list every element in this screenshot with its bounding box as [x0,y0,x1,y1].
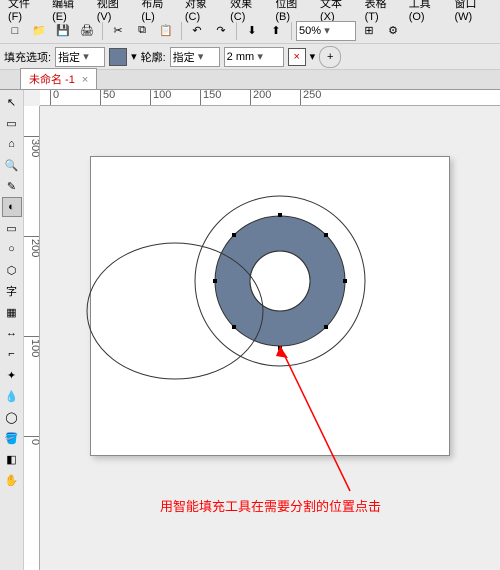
no-outline-swatch[interactable]: × [288,48,306,66]
interactive-fill-tool-icon[interactable]: ◧ [2,449,22,469]
chevron-down-icon[interactable]: ▾ [131,50,137,63]
chevron-down-icon: ▾ [80,50,92,63]
options-icon[interactable]: ⚙ [382,20,404,42]
document-tabs: 未命名 -1 × [0,70,500,90]
copy-icon[interactable]: ⧉ [131,20,153,42]
add-icon[interactable]: + [319,46,341,68]
snap-icon[interactable]: ⊞ [358,20,380,42]
polygon-tool-icon[interactable]: ⬡ [2,260,22,280]
crop-tool-icon[interactable]: ⌂ [2,134,22,154]
redo-icon[interactable]: ↷ [210,20,232,42]
cut-icon[interactable]: ✂ [107,20,129,42]
table-tool-icon[interactable]: ▦ [2,302,22,322]
separator [102,22,103,40]
ruler-horizontal: 050100150200250 [40,90,500,106]
separator [291,22,292,40]
paste-icon[interactable]: 📋 [155,20,177,42]
text-tool-icon[interactable]: 字 [2,281,22,301]
chevron-down-icon[interactable]: ▾ [310,50,316,63]
drawing-stage[interactable]: 用智能填充工具在需要分割的位置点击 [40,106,500,570]
close-icon[interactable]: × [82,74,88,86]
eyedropper-tool-icon[interactable]: 💧 [2,386,22,406]
separator [181,22,182,40]
import-icon[interactable]: ⬇ [241,20,263,42]
ruler-vertical: 3002001000 [24,106,40,570]
effects-tool-icon[interactable]: ✦ [2,365,22,385]
tab-label: 未命名 -1 [29,74,75,86]
zoom-value: 50% [299,25,321,37]
ellipse-tool-icon[interactable]: ○ [2,239,22,259]
pick-tool-icon[interactable]: ↖ [2,92,22,112]
zoom-combo[interactable]: 50% ▾ [296,21,356,41]
property-bar: 填充选项: 指定▾ ▾ 轮廓: 指定▾ 2 mm▾ × ▾ + [0,44,500,70]
toolbox: ↖ ▭ ⌂ 🔍 ✎ ◐ ▭ ○ ⬡ 字 ▦ ↔ ⌐ ✦ 💧 ◯ 🪣 ◧ ✋ [0,90,24,570]
fill-color-swatch[interactable] [109,48,127,66]
canvas-area: 050100150200250 3002001000 [24,90,500,570]
export-icon[interactable]: ⬆ [265,20,287,42]
shape-tool-icon[interactable]: ▭ [2,113,22,133]
stroke-width-combo[interactable]: 2 mm▾ [224,47,284,67]
fill-options-label: 填充选项: [4,49,51,65]
annotation-text: 用智能填充工具在需要分割的位置点击 [160,496,381,515]
new-icon[interactable]: □ [4,20,26,42]
chevron-down-icon: ▾ [321,24,333,37]
print-icon[interactable]: 🖨 [76,20,98,42]
connector-tool-icon[interactable]: ⌐ [2,344,22,364]
chevron-down-icon: ▾ [254,50,266,63]
fill-tool-icon[interactable]: 🪣 [2,428,22,448]
open-icon[interactable]: 📁 [28,20,50,42]
freehand-tool-icon[interactable]: ✎ [2,176,22,196]
annotation-arrow [280,346,350,491]
outline-mode-combo[interactable]: 指定▾ [170,47,220,67]
menu-tools[interactable]: 工具(O) [405,0,449,24]
pan-tool-icon[interactable]: ✋ [2,470,22,490]
separator [236,22,237,40]
tab-untitled[interactable]: 未命名 -1 × [20,68,97,89]
smart-fill-tool-icon[interactable]: ◐ [2,197,22,217]
chevron-down-icon: ▾ [195,50,207,63]
menu-window[interactable]: 窗口(W) [450,0,496,24]
fill-mode-combo[interactable]: 指定▾ [55,47,105,67]
save-icon[interactable]: 💾 [52,20,74,42]
rectangle-tool-icon[interactable]: ▭ [2,218,22,238]
outline-tool-icon[interactable]: ◯ [2,407,22,427]
inner-circle [250,251,310,311]
zoom-tool-icon[interactable]: 🔍 [2,155,22,175]
outline-label: 轮廓: [141,49,166,65]
menu-bar: 文件(F) 编辑(E) 视图(V) 布局(L) 对象(C) 效果(C) 位图(B… [0,0,500,18]
undo-icon[interactable]: ↶ [186,20,208,42]
dimension-tool-icon[interactable]: ↔ [2,323,22,343]
